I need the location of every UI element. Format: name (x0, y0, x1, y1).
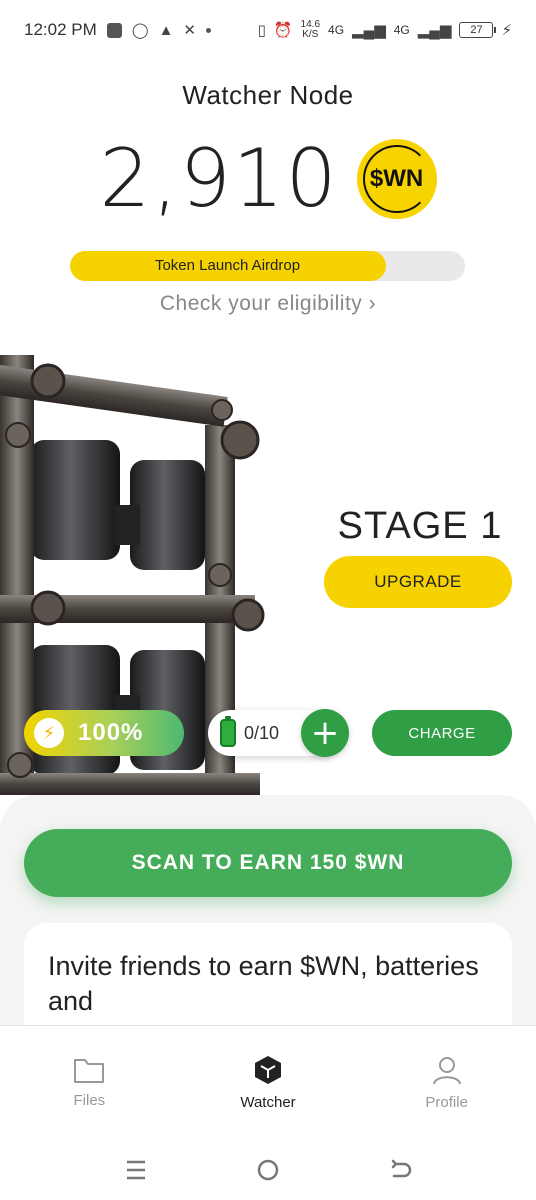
whatsapp-icon: ◯ (131, 22, 149, 39)
airdrop-label: Token Launch Airdrop (154, 257, 301, 274)
invite-text: Invite friends to earn $WN, batteries an… (48, 951, 479, 1016)
scan-to-earn-button[interactable]: SCAN TO EARN 150 $WN (24, 829, 512, 897)
more-notifications-icon (206, 27, 211, 33)
charge-button[interactable]: CHARGE (372, 710, 512, 756)
signal-bars-icon: ▂▄▆ (352, 22, 386, 39)
lightning-bolt-icon: ⚡ (34, 718, 64, 748)
person-icon (432, 1056, 461, 1084)
system-nav-bar (0, 1140, 536, 1200)
airdrop-progress-bar[interactable]: Token Launch Airdrop (70, 251, 465, 281)
nav-item-files[interactable]: Files (0, 1026, 179, 1130)
vibrate-icon: ▯ (257, 22, 266, 39)
energy-indicator: ⚡ 100% (24, 710, 184, 756)
home-icon[interactable] (256, 1158, 280, 1182)
stage-label: STAGE 1 (337, 505, 503, 547)
coin-symbol: $WN (369, 164, 424, 192)
battery-icon (220, 716, 236, 747)
nav-item-profile[interactable]: Profile (357, 1026, 536, 1130)
page-title: Watcher Node (182, 80, 354, 110)
back-icon[interactable] (388, 1158, 412, 1182)
battery-count: 0/10 (244, 722, 280, 743)
status-time: 12:02 PM (24, 20, 97, 39)
nav-label-watcher: Watcher (240, 1093, 296, 1111)
signal-1-label: 4G (328, 23, 345, 37)
bottom-sheet: SCAN TO EARN 150 $WN Invite friends to e… (0, 795, 536, 1030)
nav-item-watcher[interactable]: Watcher (179, 1026, 358, 1130)
add-battery-button[interactable]: + (301, 709, 349, 757)
charging-icon: ⚡ (501, 22, 512, 39)
battery-icon: 27 (459, 22, 497, 38)
status-bar: 12:02 PM ◯ ▲ ✕ ▯ ⏰ 14.6 K/S 4G ▂▄▆ 4G ▂▄… (0, 0, 536, 60)
nav-label-files: Files (73, 1091, 106, 1109)
nav-label-profile: Profile (425, 1093, 468, 1111)
wn-coin-icon: $WN (356, 138, 437, 219)
signal-bars-icon: ▂▄▆ (417, 22, 452, 39)
energy-value: 100% (78, 719, 144, 746)
signal-2-label: 4G (393, 23, 410, 37)
network-speed: 14.6 K/S (300, 19, 321, 40)
bell-icon: ▲ (158, 21, 174, 39)
check-eligibility-link[interactable]: Check your eligibility › (0, 292, 536, 316)
alarm-icon: ⏰ (273, 22, 293, 39)
plus-icon: + (310, 713, 340, 753)
token-balance: 2,910 (99, 132, 339, 225)
invite-friends-card[interactable]: Invite friends to earn $WN, batteries an… (24, 923, 512, 1030)
recent-apps-icon[interactable] (124, 1159, 148, 1181)
app-notification-icon (106, 22, 122, 38)
bottom-nav: Files Watcher Profile (0, 1025, 536, 1130)
cube-icon (255, 1055, 281, 1084)
balance-row: 2,910 $WN (0, 132, 536, 225)
folder-icon (74, 1058, 105, 1083)
upgrade-button[interactable]: UPGRADE (324, 556, 512, 608)
x-icon: ✕ (183, 22, 196, 39)
